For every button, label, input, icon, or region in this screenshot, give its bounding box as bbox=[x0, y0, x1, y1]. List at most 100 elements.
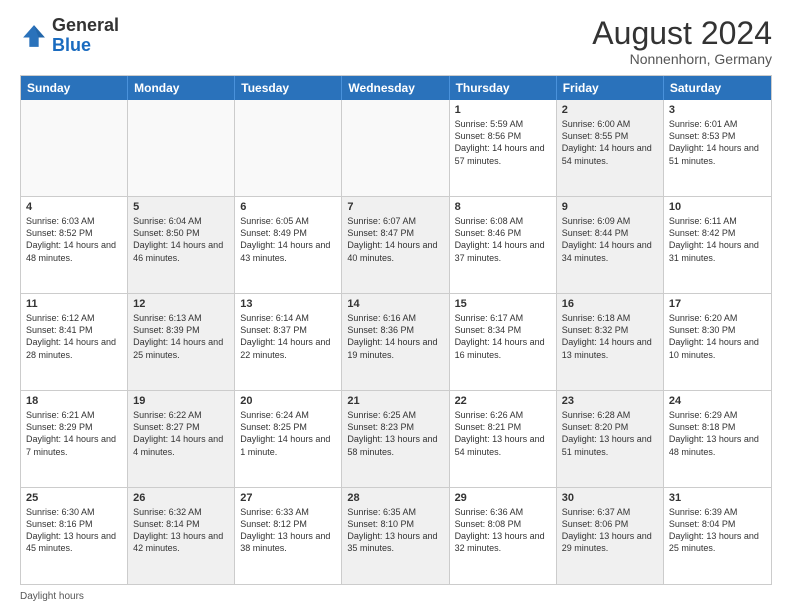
logo: General Blue bbox=[20, 16, 119, 56]
calendar-day-29: 29 Sunrise: 6:36 AM Sunset: 8:08 PM Dayli… bbox=[450, 488, 557, 584]
day-info: Sunrise: 6:33 AM Sunset: 8:12 PM Dayligh… bbox=[240, 506, 336, 555]
day-info: Sunrise: 6:16 AM Sunset: 8:36 PM Dayligh… bbox=[347, 312, 443, 361]
day-number: 11 bbox=[26, 298, 122, 310]
calendar-day-15: 15 Sunrise: 6:17 AM Sunset: 8:34 PM Dayli… bbox=[450, 294, 557, 390]
calendar-day-13: 13Sunrise: 6:14 AM Sunset: 8:37 PM Dayli… bbox=[235, 294, 342, 390]
calendar-week-1: 1Sunrise: 5:59 AM Sunset: 8:56 PM Daylig… bbox=[21, 100, 771, 196]
day-info: Sunrise: 6:26 AM Sunset: 8:21 PM Dayligh… bbox=[455, 409, 551, 458]
day-number: 2 bbox=[562, 104, 658, 116]
day-info: Sunrise: 6:17 AM Sunset: 8:34 PM Dayligh… bbox=[455, 312, 551, 361]
calendar-day-19: 19 Sunrise: 6:22 AM Sunset: 8:27 PM Dayli… bbox=[128, 391, 235, 487]
day-number: 15 bbox=[455, 298, 551, 310]
day-number: 29 bbox=[455, 492, 551, 504]
day-of-week-friday: Friday bbox=[557, 76, 664, 100]
day-of-week-thursday: Thursday bbox=[450, 76, 557, 100]
day-info: Sunrise: 6:21 AM Sunset: 8:29 PM Dayligh… bbox=[26, 409, 122, 458]
day-info: Sunrise: 6:13 AM Sunset: 8:39 PM Dayligh… bbox=[133, 312, 229, 361]
day-info: Sunrise: 6:09 AM Sunset: 8:44 PM Dayligh… bbox=[562, 215, 658, 264]
day-info: Sunrise: 6:24 AM Sunset: 8:25 PM Dayligh… bbox=[240, 409, 336, 458]
day-info: Sunrise: 6:25 AM Sunset: 8:23 PM Dayligh… bbox=[347, 409, 443, 458]
calendar-day-18: 18Sunrise: 6:21 AM Sunset: 8:29 PM Dayli… bbox=[21, 391, 128, 487]
calendar-day-1: 1Sunrise: 5:59 AM Sunset: 8:56 PM Daylig… bbox=[450, 100, 557, 196]
day-info: Sunrise: 6:30 AM Sunset: 8:16 PM Dayligh… bbox=[26, 506, 122, 555]
day-info: Sunrise: 6:08 AM Sunset: 8:46 PM Dayligh… bbox=[455, 215, 551, 264]
calendar-day-25: 25 Sunrise: 6:30 AM Sunset: 8:16 PM Dayli… bbox=[21, 488, 128, 584]
day-of-week-wednesday: Wednesday bbox=[342, 76, 449, 100]
logo-icon bbox=[20, 22, 48, 50]
calendar-day-8: 8 Sunrise: 6:08 AM Sunset: 8:46 PM Daylig… bbox=[450, 197, 557, 293]
day-info: Sunrise: 6:11 AM Sunset: 8:42 PM Dayligh… bbox=[669, 215, 766, 264]
day-number: 24 bbox=[669, 395, 766, 407]
day-number: 25 bbox=[26, 492, 122, 504]
day-number: 3 bbox=[669, 104, 766, 116]
calendar-week-5: 25 Sunrise: 6:30 AM Sunset: 8:16 PM Dayli… bbox=[21, 487, 771, 584]
day-number: 20 bbox=[240, 395, 336, 407]
calendar-day-12: 12 Sunrise: 6:13 AM Sunset: 8:39 PM Dayli… bbox=[128, 294, 235, 390]
day-number: 31 bbox=[669, 492, 766, 504]
day-number: 27 bbox=[240, 492, 336, 504]
day-info: Sunrise: 6:20 AM Sunset: 8:30 PM Dayligh… bbox=[669, 312, 766, 361]
day-number: 13 bbox=[240, 298, 336, 310]
calendar: SundayMondayTuesdayWednesdayThursdayFrid… bbox=[20, 75, 772, 585]
calendar-week-3: 11 Sunrise: 6:12 AM Sunset: 8:41 PM Dayli… bbox=[21, 293, 771, 390]
calendar-day-26: 26Sunrise: 6:32 AM Sunset: 8:14 PM Dayli… bbox=[128, 488, 235, 584]
day-info: Sunrise: 6:04 AM Sunset: 8:50 PM Dayligh… bbox=[133, 215, 229, 264]
title-block: August 2024 Nonnenhorn, Germany bbox=[592, 16, 772, 67]
day-info: Sunrise: 6:37 AM Sunset: 8:06 PM Dayligh… bbox=[562, 506, 658, 555]
day-number: 28 bbox=[347, 492, 443, 504]
day-info: Sunrise: 6:29 AM Sunset: 8:18 PM Dayligh… bbox=[669, 409, 766, 458]
day-number: 5 bbox=[133, 201, 229, 213]
day-info: Sunrise: 6:39 AM Sunset: 8:04 PM Dayligh… bbox=[669, 506, 766, 555]
day-number: 23 bbox=[562, 395, 658, 407]
calendar-day-empty bbox=[128, 100, 235, 196]
month-year: August 2024 bbox=[592, 16, 772, 51]
day-info: Sunrise: 6:35 AM Sunset: 8:10 PM Dayligh… bbox=[347, 506, 443, 555]
day-info: Sunrise: 6:36 AM Sunset: 8:08 PM Dayligh… bbox=[455, 506, 551, 555]
location: Nonnenhorn, Germany bbox=[592, 51, 772, 67]
day-info: Sunrise: 6:18 AM Sunset: 8:32 PM Dayligh… bbox=[562, 312, 658, 361]
day-of-week-saturday: Saturday bbox=[664, 76, 771, 100]
day-number: 21 bbox=[347, 395, 443, 407]
day-number: 9 bbox=[562, 201, 658, 213]
calendar-day-empty bbox=[342, 100, 449, 196]
day-info: Sunrise: 6:07 AM Sunset: 8:47 PM Dayligh… bbox=[347, 215, 443, 264]
calendar-day-2: 2Sunrise: 6:00 AM Sunset: 8:55 PM Daylig… bbox=[557, 100, 664, 196]
day-info: Sunrise: 6:32 AM Sunset: 8:14 PM Dayligh… bbox=[133, 506, 229, 555]
day-number: 16 bbox=[562, 298, 658, 310]
day-number: 19 bbox=[133, 395, 229, 407]
daylight-label: Daylight hours bbox=[20, 591, 84, 602]
calendar-day-23: 23Sunrise: 6:28 AM Sunset: 8:20 PM Dayli… bbox=[557, 391, 664, 487]
day-of-week-monday: Monday bbox=[128, 76, 235, 100]
day-number: 12 bbox=[133, 298, 229, 310]
day-of-week-sunday: Sunday bbox=[21, 76, 128, 100]
day-info: Sunrise: 6:12 AM Sunset: 8:41 PM Dayligh… bbox=[26, 312, 122, 361]
page: General Blue August 2024 Nonnenhorn, Ger… bbox=[0, 0, 792, 612]
calendar-day-7: 7 Sunrise: 6:07 AM Sunset: 8:47 PM Daylig… bbox=[342, 197, 449, 293]
calendar-day-14: 14 Sunrise: 6:16 AM Sunset: 8:36 PM Dayli… bbox=[342, 294, 449, 390]
calendar-day-empty bbox=[21, 100, 128, 196]
calendar-day-28: 28 Sunrise: 6:35 AM Sunset: 8:10 PM Dayli… bbox=[342, 488, 449, 584]
calendar-day-31: 31 Sunrise: 6:39 AM Sunset: 8:04 PM Dayli… bbox=[664, 488, 771, 584]
calendar-day-11: 11 Sunrise: 6:12 AM Sunset: 8:41 PM Dayli… bbox=[21, 294, 128, 390]
day-number: 7 bbox=[347, 201, 443, 213]
day-number: 14 bbox=[347, 298, 443, 310]
calendar-week-2: 4Sunrise: 6:03 AM Sunset: 8:52 PM Daylig… bbox=[21, 196, 771, 293]
calendar-day-9: 9 Sunrise: 6:09 AM Sunset: 8:44 PM Daylig… bbox=[557, 197, 664, 293]
logo-general-text: General bbox=[52, 15, 119, 35]
day-info: Sunrise: 6:01 AM Sunset: 8:53 PM Dayligh… bbox=[669, 118, 766, 167]
day-number: 22 bbox=[455, 395, 551, 407]
calendar-header: SundayMondayTuesdayWednesdayThursdayFrid… bbox=[21, 76, 771, 100]
day-info: Sunrise: 6:03 AM Sunset: 8:52 PM Dayligh… bbox=[26, 215, 122, 264]
calendar-day-27: 27 Sunrise: 6:33 AM Sunset: 8:12 PM Dayli… bbox=[235, 488, 342, 584]
day-info: Sunrise: 6:05 AM Sunset: 8:49 PM Dayligh… bbox=[240, 215, 336, 264]
calendar-day-24: 24 Sunrise: 6:29 AM Sunset: 8:18 PM Dayli… bbox=[664, 391, 771, 487]
calendar-day-30: 30Sunrise: 6:37 AM Sunset: 8:06 PM Dayli… bbox=[557, 488, 664, 584]
calendar-day-6: 6Sunrise: 6:05 AM Sunset: 8:49 PM Daylig… bbox=[235, 197, 342, 293]
day-info: Sunrise: 6:22 AM Sunset: 8:27 PM Dayligh… bbox=[133, 409, 229, 458]
day-number: 8 bbox=[455, 201, 551, 213]
calendar-week-4: 18Sunrise: 6:21 AM Sunset: 8:29 PM Dayli… bbox=[21, 390, 771, 487]
calendar-day-5: 5 Sunrise: 6:04 AM Sunset: 8:50 PM Daylig… bbox=[128, 197, 235, 293]
calendar-day-16: 16 Sunrise: 6:18 AM Sunset: 8:32 PM Dayli… bbox=[557, 294, 664, 390]
footer: Daylight hours bbox=[20, 591, 772, 602]
day-number: 1 bbox=[455, 104, 551, 116]
